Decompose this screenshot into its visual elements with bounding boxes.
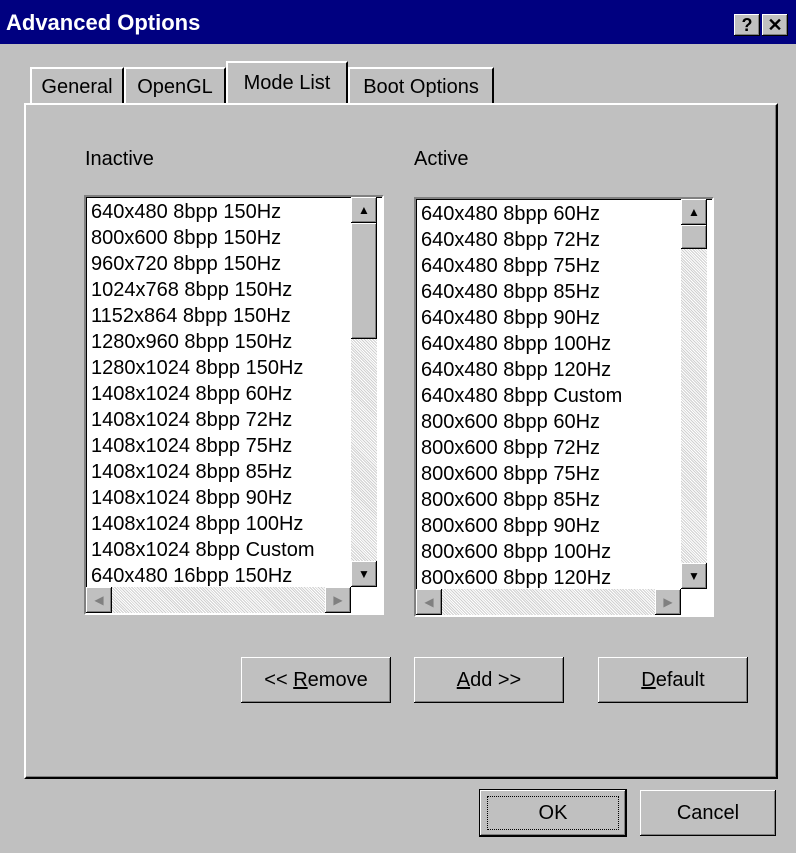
remove-prefix: << xyxy=(264,669,294,691)
list-item[interactable]: 1024x768 8bpp 150Hz xyxy=(91,277,315,303)
list-item[interactable]: 1408x1024 8bpp 100Hz xyxy=(91,511,315,537)
remove-rest: emove xyxy=(307,669,368,691)
add-rest: dd >> xyxy=(470,669,522,691)
list-item[interactable]: 1408x1024 8bpp 90Hz xyxy=(91,485,315,511)
cancel-button[interactable]: Cancel xyxy=(640,790,776,836)
scroll-right-icon[interactable]: ▶ xyxy=(655,589,681,615)
tab-general[interactable]: General xyxy=(30,67,124,103)
scroll-left-icon[interactable]: ◀ xyxy=(416,589,442,615)
list-item[interactable]: 1408x1024 8bpp 75Hz xyxy=(91,433,315,459)
list-item[interactable]: 800x600 8bpp 75Hz xyxy=(421,461,622,487)
default-mnemonic: D xyxy=(641,669,656,691)
list-item[interactable]: 640x480 8bpp 100Hz xyxy=(421,331,622,357)
list-item[interactable]: 800x600 8bpp 60Hz xyxy=(421,409,622,435)
list-item[interactable]: 800x600 8bpp 90Hz xyxy=(421,513,622,539)
window-title: Advanced Options xyxy=(6,10,201,35)
remove-button[interactable]: << Remove xyxy=(241,657,391,703)
list-item[interactable]: 640x480 8bpp 120Hz xyxy=(421,357,622,383)
inactive-hscroll[interactable]: ◀ ▶ xyxy=(86,587,351,613)
close-button[interactable]: ✕ xyxy=(762,14,788,36)
inactive-vscroll[interactable]: ▲ ▼ xyxy=(351,197,377,587)
add-mnemonic: A xyxy=(456,669,471,691)
add-button[interactable]: Add >> xyxy=(414,657,564,703)
list-item[interactable]: 960x720 8bpp 150Hz xyxy=(91,251,315,277)
help-button[interactable]: ? xyxy=(734,14,760,36)
list-item[interactable]: 800x600 8bpp 72Hz xyxy=(421,435,622,461)
scroll-down-icon[interactable]: ▼ xyxy=(681,563,707,589)
list-item[interactable]: 640x480 8bpp 85Hz xyxy=(421,279,622,305)
ok-button[interactable]: OK xyxy=(480,790,626,836)
list-item[interactable]: 800x600 8bpp 100Hz xyxy=(421,539,622,565)
list-item[interactable]: 640x480 16bpp 150Hz xyxy=(91,563,315,589)
default-rest: efault xyxy=(655,669,705,691)
list-item[interactable]: 1280x960 8bpp 150Hz xyxy=(91,329,315,355)
list-item[interactable]: 640x480 8bpp 75Hz xyxy=(421,253,622,279)
default-button[interactable]: Default xyxy=(598,657,748,703)
remove-mnemonic: R xyxy=(293,669,308,691)
list-item[interactable]: 800x600 8bpp 120Hz xyxy=(421,565,622,591)
active-vscroll[interactable]: ▲ ▼ xyxy=(681,199,707,589)
inactive-listbox[interactable]: 640x480 8bpp 150Hz 800x600 8bpp 150Hz 960x… xyxy=(84,195,384,615)
list-item[interactable]: 1408x1024 8bpp 60Hz xyxy=(91,381,315,407)
list-item[interactable]: 640x480 8bpp 72Hz xyxy=(421,227,622,253)
list-item[interactable]: 1408x1024 8bpp 85Hz xyxy=(91,459,315,485)
inactive-label: Inactive xyxy=(85,148,154,170)
active-listbox[interactable]: 640x480 8bpp 60Hz 640x480 8bpp 72Hz 640x48… xyxy=(414,197,714,617)
list-item[interactable]: 1152x864 8bpp 150Hz xyxy=(91,303,315,329)
tab-boot-options[interactable]: Boot Options xyxy=(348,67,494,103)
scroll-thumb[interactable] xyxy=(681,225,707,249)
title-bar: Advanced Options ? ✕ xyxy=(0,0,796,44)
list-item[interactable]: 640x480 8bpp 90Hz xyxy=(421,305,622,331)
list-item[interactable]: 640x480 8bpp 150Hz xyxy=(91,199,315,225)
scroll-thumb[interactable] xyxy=(351,223,377,339)
tab-opengl[interactable]: OpenGL xyxy=(124,67,226,103)
list-item[interactable]: 640x480 8bpp 60Hz xyxy=(421,201,622,227)
list-item[interactable]: 800x600 8bpp 150Hz xyxy=(91,225,315,251)
scroll-down-icon[interactable]: ▼ xyxy=(351,561,377,587)
active-hscroll[interactable]: ◀ ▶ xyxy=(416,589,681,615)
list-item[interactable]: 1280x1024 8bpp 150Hz xyxy=(91,355,315,381)
tab-mode-list[interactable]: Mode List xyxy=(226,61,348,103)
list-item[interactable]: 1408x1024 8bpp Custom xyxy=(91,537,315,563)
list-item[interactable]: 1408x1024 8bpp 72Hz xyxy=(91,407,315,433)
focus-rect xyxy=(487,796,619,830)
list-item[interactable]: 640x480 8bpp Custom xyxy=(421,383,622,409)
list-item[interactable]: 800x600 8bpp 85Hz xyxy=(421,487,622,513)
active-label: Active xyxy=(414,148,469,170)
scroll-right-icon[interactable]: ▶ xyxy=(325,587,351,613)
scroll-up-icon[interactable]: ▲ xyxy=(351,197,377,223)
scroll-left-icon[interactable]: ◀ xyxy=(86,587,112,613)
scroll-up-icon[interactable]: ▲ xyxy=(681,199,707,225)
inactive-items: 640x480 8bpp 150Hz 800x600 8bpp 150Hz 960x… xyxy=(91,199,315,589)
active-items: 640x480 8bpp 60Hz 640x480 8bpp 72Hz 640x48… xyxy=(421,201,622,591)
